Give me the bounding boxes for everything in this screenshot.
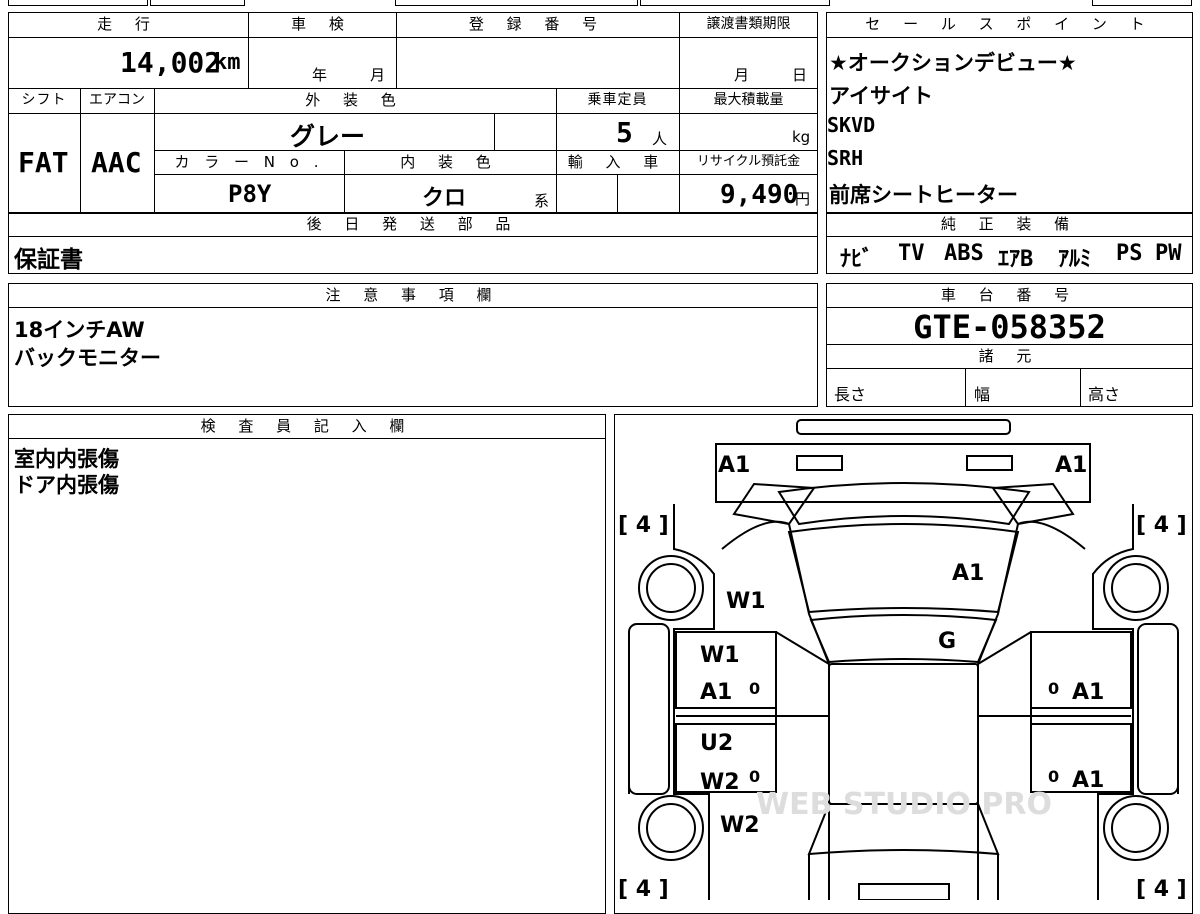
sales-point-item: SKVD [827, 113, 876, 137]
mileage-value: 14,002 [120, 46, 222, 79]
notes-header: 注 意 事 項 欄 [325, 286, 501, 304]
left-front-door-mark: A1 [700, 680, 732, 705]
car-diagram: WEB STUDIO PRO [ 4 ] [ 4 ] [ 4 ] [ 4 ] A… [618, 419, 1187, 900]
top-strip [640, 0, 830, 6]
inspector-line: ドア内張傷 [14, 473, 119, 497]
height-label: 高さ [1088, 385, 1121, 404]
sales-point-item: アイサイト [829, 84, 933, 108]
left-fender-mark: W1 [726, 589, 766, 614]
chassis-number: GTE-058352 [913, 308, 1106, 346]
notes-line: バックモニター [14, 346, 161, 370]
tire-rear-right-label: [ 4 ] [1136, 877, 1187, 900]
color-no-value: P8Y [228, 180, 272, 208]
front-right-mark: A1 [1055, 453, 1087, 478]
capacity-value: 5 [616, 116, 633, 149]
shift-value: FAT [18, 146, 69, 179]
equipment-item: TV [898, 241, 925, 266]
registration-header: 登 録 番 号 [468, 15, 607, 33]
windshield-mark: G [938, 629, 956, 654]
deadline-month-label: 月 [734, 66, 750, 84]
equipment-header: 純 正 装 備 [940, 215, 1079, 233]
zero-mark: 0 [1048, 767, 1059, 786]
zero-mark: 0 [749, 679, 760, 698]
front-left-mark: A1 [718, 453, 750, 478]
notes-line: 18インチAW [14, 318, 145, 342]
transfer-deadline-header: 譲渡書類期限 [706, 16, 791, 32]
shift-header: シフト [21, 92, 67, 108]
later-parts-value: 保証書 [14, 247, 83, 273]
left-rear-fender-mark: W2 [720, 813, 760, 838]
capacity-header: 乗車定員 [587, 92, 648, 108]
equipment-item: PW [1155, 241, 1182, 266]
inspector-header: 検 査 員 記 入 欄 [200, 417, 414, 435]
sales-point-item: 前席シートヒーター [829, 183, 1018, 207]
right-rear-door-mark: A1 [1072, 768, 1104, 793]
interior-color-value: クロ [422, 186, 467, 211]
width-label: 幅 [974, 385, 991, 404]
zero-mark: 0 [1048, 679, 1059, 698]
inspection-month-label: 月 [370, 66, 386, 84]
sales-point-item: SRH [827, 146, 864, 170]
sales-points-header: セ ー ル ス ポ イ ン ト [865, 15, 1154, 33]
top-strip [150, 0, 245, 6]
hood-mark: A1 [952, 561, 984, 586]
top-strip [395, 0, 638, 6]
top-strip [1092, 0, 1192, 6]
recycle-value: 9,490 [720, 180, 799, 210]
recycle-unit: 円 [795, 190, 811, 208]
zero-mark: 0 [749, 767, 760, 786]
length-label: 長さ [834, 385, 867, 404]
exterior-color-header: 外 装 色 [305, 91, 405, 109]
later-parts-header: 後 日 発 送 部 品 [306, 215, 520, 233]
inspection-header: 車 検 [291, 15, 353, 33]
tire-front-left-label: [ 4 ] [618, 513, 669, 538]
mileage-header: 走 行 [97, 15, 159, 33]
color-no-header: カ ラ ー N o . [174, 153, 324, 171]
load-unit: kg [792, 128, 811, 146]
right-front-door-mark: A1 [1072, 680, 1104, 705]
equipment-item: ﾅﾋﾞ [840, 247, 874, 272]
tire-rear-left-label: [ 4 ] [618, 877, 669, 900]
sales-point-item: ★オークションデビュー★ [829, 51, 1077, 75]
left-rear-door-mark: W2 [700, 770, 740, 795]
left-rear-door-mark: U2 [700, 731, 733, 756]
equipment-item: ABS [944, 241, 984, 266]
top-strip [8, 0, 148, 6]
equipment-item: ｴｱB [998, 247, 1034, 272]
mileage-unit: km [214, 50, 241, 75]
tire-front-right-label: [ 4 ] [1136, 513, 1187, 538]
capacity-unit: 人 [652, 130, 668, 148]
inspection-year-label: 年 [312, 66, 328, 84]
specs-header: 諸 元 [978, 347, 1041, 365]
aircon-value: AAC [91, 146, 142, 179]
exterior-color-value: グレー [290, 122, 366, 151]
max-load-header: 最大積載量 [713, 92, 784, 108]
watermark: WEB STUDIO PRO [756, 787, 1052, 822]
interior-color-header: 内 装 色 [400, 153, 500, 171]
aircon-header: エアコン [89, 92, 145, 108]
chassis-header: 車 台 番 号 [940, 286, 1079, 304]
recycle-header: リサイクル預託金 [696, 154, 801, 169]
equipment-item: ｱﾙﾐ [1058, 247, 1092, 272]
import-header: 輸 入 車 [567, 153, 668, 171]
deadline-day-label: 日 [792, 66, 808, 84]
interior-suffix: 系 [534, 192, 550, 210]
left-front-door-mark: W1 [700, 643, 740, 668]
equipment-item: PS [1116, 241, 1143, 266]
